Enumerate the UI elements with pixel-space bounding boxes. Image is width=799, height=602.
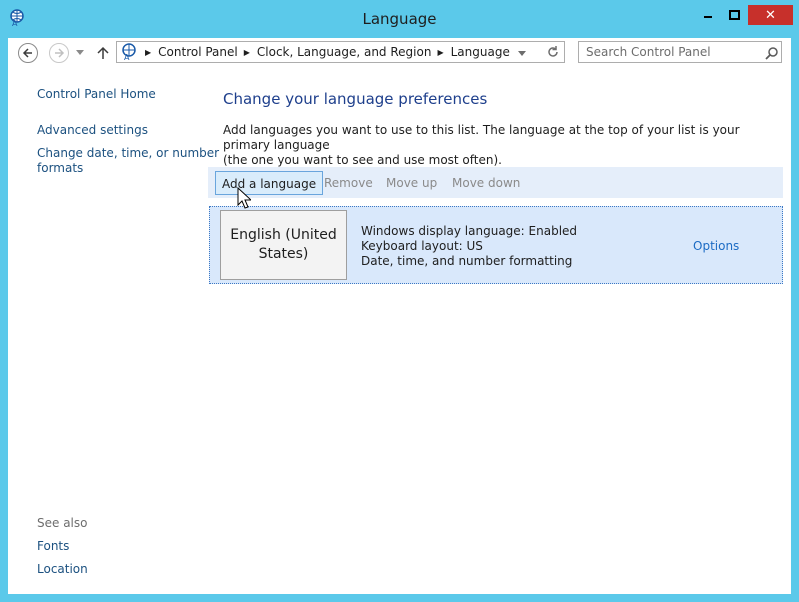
svg-text:A: A <box>124 53 130 61</box>
breadcrumb-separator: ▶ <box>243 47 250 57</box>
change-date-time-number-formats-link-line2[interactable]: formats <box>37 161 83 175</box>
up-button[interactable] <box>96 43 110 63</box>
minimize-button[interactable] <box>695 5 720 25</box>
search-input[interactable]: Search Control Panel <box>578 41 782 63</box>
language-control-panel-icon: A <box>122 43 136 61</box>
location-link[interactable]: Location <box>37 562 88 576</box>
description-line: (the one you want to see and use most of… <box>223 153 502 167</box>
move-down-button[interactable]: Move down <box>452 171 520 195</box>
breadcrumb-clock-language-region[interactable]: Clock, Language, and Region <box>257 45 432 59</box>
up-arrow-icon <box>97 46 109 59</box>
language-name: English (United <box>230 227 337 243</box>
close-button[interactable]: ✕ <box>748 5 793 25</box>
close-icon: ✕ <box>765 7 776 23</box>
minimize-icon <box>703 16 712 18</box>
address-dropdown-button[interactable] <box>518 46 530 60</box>
fonts-link[interactable]: Fonts <box>37 539 69 553</box>
forward-button[interactable] <box>49 43 69 63</box>
page-title: Change your language preferences <box>223 90 488 108</box>
language-options-link[interactable]: Options <box>693 239 739 253</box>
refresh-icon <box>548 46 558 57</box>
breadcrumb-language[interactable]: Language <box>451 45 510 59</box>
language-details: Windows display language: Enabled Keyboa… <box>361 224 577 269</box>
language-name-tile[interactable]: English (United States) <box>220 210 347 280</box>
recent-locations-button[interactable] <box>74 43 86 63</box>
description-line: Add languages you want to use to this li… <box>223 123 740 152</box>
add-language-button[interactable]: Add a language <box>215 171 324 195</box>
address-bar[interactable]: A ▶ Control Panel ▶ Clock, Language, and… <box>116 41 565 63</box>
chevron-down-icon <box>76 50 84 55</box>
breadcrumb-separator: ▶ <box>145 47 152 57</box>
window-content: A ▶ Control Panel ▶ Clock, Language, and… <box>8 38 791 594</box>
display-language-status: Windows display language: Enabled <box>361 224 578 238</box>
refresh-button[interactable] <box>546 45 560 59</box>
search-icon[interactable] <box>765 47 778 60</box>
move-up-button[interactable]: Move up <box>386 171 437 195</box>
window-title: Language <box>362 10 437 28</box>
chevron-down-icon <box>518 51 526 56</box>
navigation-bar: A ▶ Control Panel ▶ Clock, Language, and… <box>8 38 791 68</box>
page-description: Add languages you want to use to this li… <box>223 123 778 168</box>
formatting-info: Date, time, and number formatting <box>361 254 573 268</box>
language-name-line2: States) <box>258 246 309 262</box>
breadcrumb-control-panel[interactable]: Control Panel <box>158 45 238 59</box>
control-panel-home-link[interactable]: Control Panel Home <box>37 87 156 101</box>
forward-arrow-icon <box>55 48 65 58</box>
maximize-button[interactable] <box>722 5 747 25</box>
title-bar[interactable]: A Language ✕ <box>0 0 799 38</box>
language-toolbar: Add a language Remove Move up Move down <box>208 167 783 198</box>
mouse-pointer-icon <box>237 187 251 209</box>
back-arrow-icon <box>22 48 32 58</box>
see-also-label: See also <box>37 516 88 530</box>
back-button[interactable] <box>18 43 38 63</box>
breadcrumb-separator: ▶ <box>437 47 444 57</box>
maximize-icon <box>729 10 740 20</box>
change-date-time-number-formats-link[interactable]: Change date, time, or number <box>37 146 219 160</box>
language-list-item[interactable]: English (United States) Windows display … <box>209 206 783 284</box>
advanced-settings-link[interactable]: Advanced settings <box>37 123 148 137</box>
remove-button[interactable]: Remove <box>324 171 373 195</box>
keyboard-layout: Keyboard layout: US <box>361 239 483 253</box>
